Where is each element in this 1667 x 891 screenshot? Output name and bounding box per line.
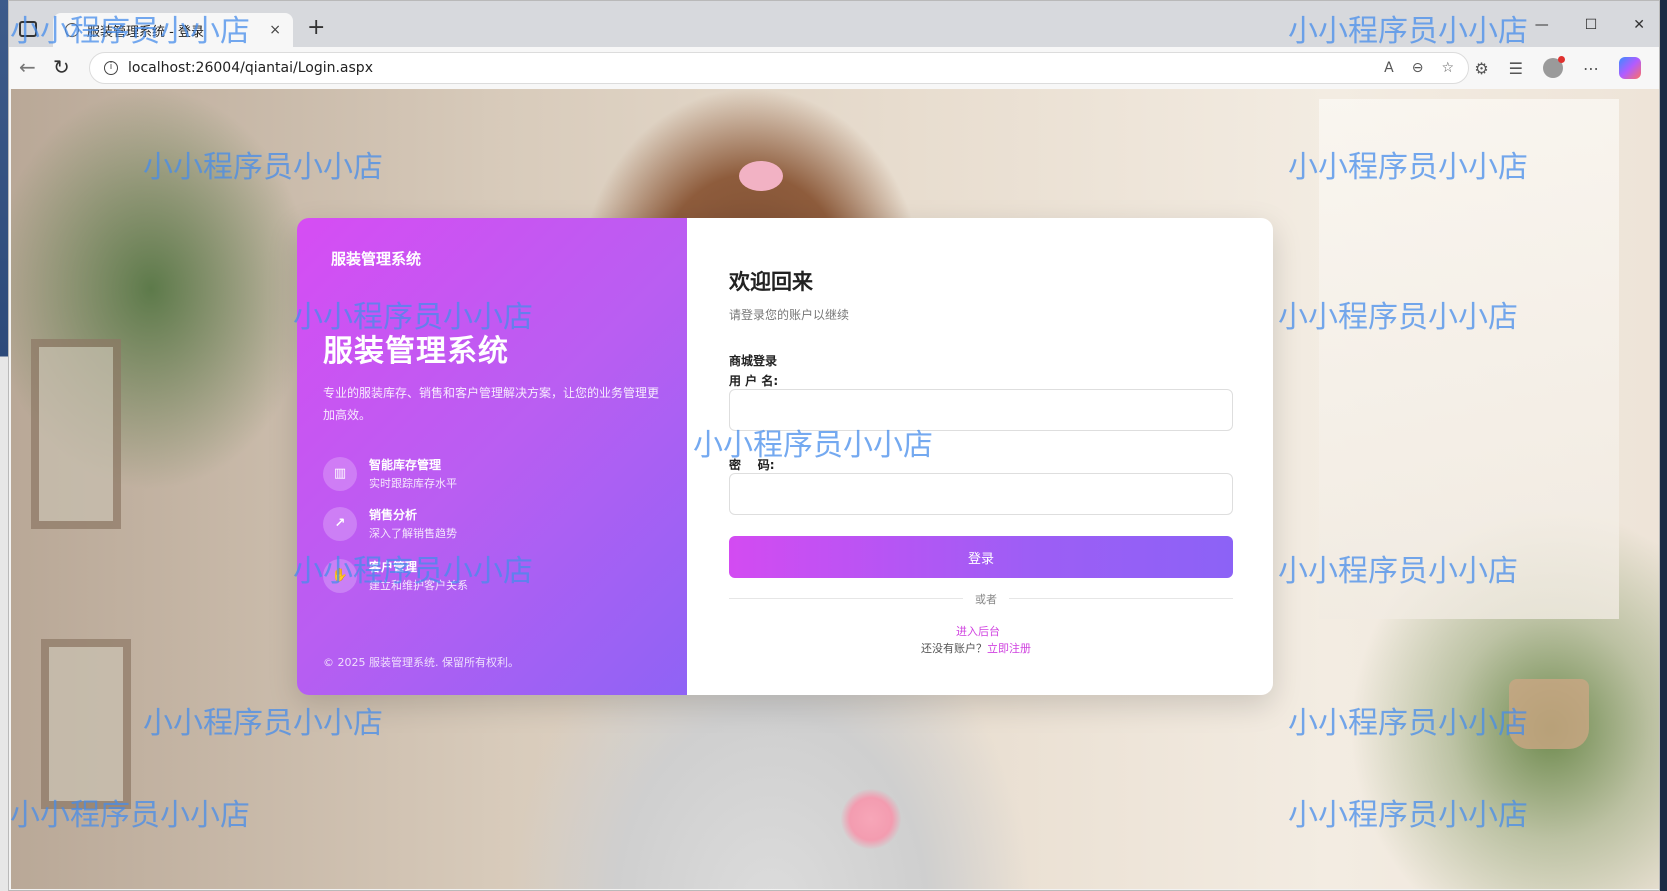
tab-close-icon[interactable]: × [269,22,281,38]
background-frame [31,339,121,529]
feature-subtitle: 建立和维护客户关系 [369,579,468,592]
url-text[interactable]: localhost:26004/qiantai/Login.aspx [128,60,373,76]
desktop-edge [0,0,8,891]
address-actions: A ⊖ ☆ [1384,60,1454,76]
feature-inventory: ▥ 智能库存管理 实时跟踪库存水平 [323,456,457,491]
browser-window: 服装管理系统 - 登录 × + — ☐ ✕ ← ↻ i localhost:26… [8,0,1660,891]
page-viewport: 服装管理系统 服装管理系统 专业的服装库存、销售和客户管理解决方案，让您的业务管… [11,89,1659,889]
background-plant-pot [1509,679,1589,749]
extensions-icon[interactable]: ⚙ [1474,59,1488,78]
register-prompt: 还没有账户？ [921,642,987,655]
new-tab-button[interactable]: + [307,15,325,40]
username-label: 用 户 名: [729,374,779,388]
maximize-button[interactable]: ☐ [1585,17,1598,33]
register-link[interactable]: 立即注册 [987,642,1031,655]
globe-icon [65,23,79,37]
feature-title: 销售分析 [369,508,418,522]
background-window [1319,99,1619,619]
address-bar[interactable]: i localhost:26004/qiantai/Login.aspx A ⊖… [89,52,1469,84]
divider-text: 或者 [963,591,1009,607]
feature-title: 智能库存管理 [369,458,442,472]
feature-subtitle: 实时跟踪库存水平 [369,477,457,490]
feature-customers: ✋ 客户管理 建立和维护客户关系 [323,558,468,593]
read-aloud-icon[interactable]: A [1384,60,1394,76]
password-label: 密 码: [729,458,775,472]
sidebar-toggle-icon[interactable] [19,21,37,37]
barcode-icon: ▥ [323,456,357,491]
welcome-heading: 欢迎回来 [729,270,813,294]
profile-avatar-icon[interactable] [1543,56,1565,78]
brand-name: 服装管理系统 [331,250,422,268]
welcome-subtitle: 请登录您的账户以继续 [729,308,850,322]
tab-bar: 服装管理系统 - 登录 × + — ☐ ✕ [9,1,1659,47]
hero-description: 专业的服装库存、销售和客户管理解决方案，让您的业务管理更加高效。 [323,386,660,422]
reload-icon[interactable]: ↻ [53,55,70,79]
copyright-text: © 2025 服装管理系统. 保留所有权利。 [323,656,519,669]
toolbar-right: ⚙ ☰ ⋯ [1474,56,1641,79]
feature-subtitle: 深入了解销售趋势 [369,527,457,540]
hero-title: 服装管理系统 [323,334,509,369]
register-prompt-line: 还没有账户？立即注册 [921,640,1031,656]
favorite-star-icon[interactable]: ☆ [1441,60,1454,76]
mall-login-label: 商城登录 [729,354,778,368]
background-flower [841,789,901,849]
minimize-button[interactable]: — [1535,17,1549,33]
close-window-button[interactable]: ✕ [1633,17,1645,33]
login-button[interactable]: 登录 [729,536,1233,578]
login-form-panel: 欢迎回来 请登录您的账户以继续 商城登录 用 户 名: 密 码: 登录 或者 进… [687,218,1273,695]
feature-title: 客户管理 [369,560,418,574]
background-scrunchie [739,161,783,191]
zoom-icon[interactable]: ⊖ [1412,60,1424,76]
favorites-icon[interactable]: ☰ [1509,59,1523,78]
feature-sales: ↗ 销售分析 深入了解销售趋势 [323,506,457,541]
brand-panel: 服装管理系统 服装管理系统 专业的服装库存、销售和客户管理解决方案，让您的业务管… [297,218,687,695]
copilot-icon[interactable] [1619,57,1641,79]
back-arrow-icon[interactable]: ← [19,55,36,79]
admin-link[interactable]: 进入后台 [956,623,1000,639]
site-info-icon[interactable]: i [104,61,118,75]
password-input[interactable] [729,473,1233,515]
background-frame [41,639,131,809]
browser-toolbar: ← ↻ i localhost:26004/qiantai/Login.aspx… [9,47,1659,89]
more-menu-icon[interactable]: ⋯ [1583,59,1599,78]
window-controls: — ☐ ✕ [1535,17,1645,33]
login-card: 服装管理系统 服装管理系统 专业的服装库存、销售和客户管理解决方案，让您的业务管… [297,218,1273,695]
username-input[interactable] [729,389,1233,431]
chart-icon: ↗ [323,506,357,541]
tab-login[interactable]: 服装管理系统 - 登录 × [53,13,293,47]
handshake-icon: ✋ [323,558,357,593]
tab-title: 服装管理系统 - 登录 [87,24,204,40]
